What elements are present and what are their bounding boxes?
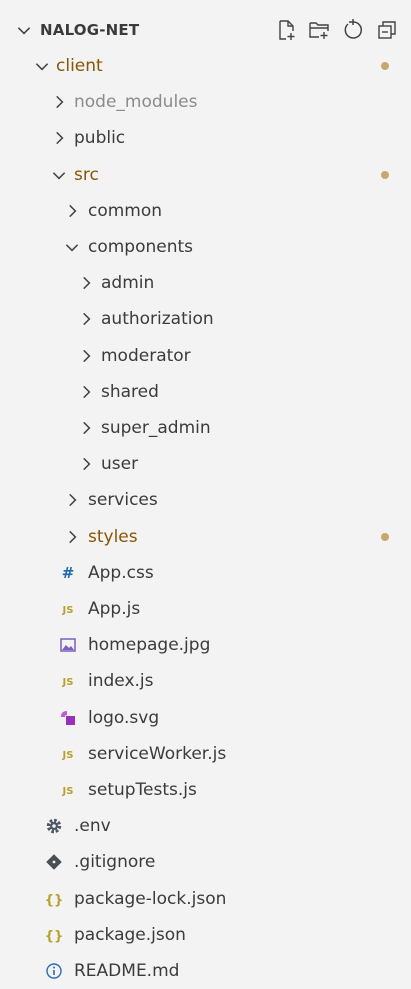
tree-item-label: src <box>74 164 99 185</box>
tree-item-label: super_admin <box>101 418 211 438</box>
tree-item-label: .env <box>74 816 111 837</box>
tree-item-label: shared <box>101 381 159 402</box>
file-item[interactable]: README.md <box>0 953 411 989</box>
tree-item-label: README.md <box>74 961 180 981</box>
chevron-down-icon[interactable] <box>33 57 51 75</box>
tree-item-label: .gitignore <box>74 852 156 873</box>
folder-item[interactable]: node_modules <box>0 84 411 120</box>
chevron-right-icon[interactable] <box>63 528 81 546</box>
folder-item[interactable]: src <box>0 157 411 193</box>
file-item[interactable]: {} package.json <box>0 917 411 953</box>
js-icon: JS <box>58 599 78 619</box>
tree-item-label: package.json <box>74 924 186 945</box>
tree-item-label: authorization <box>101 309 214 330</box>
file-item[interactable]: .env <box>0 808 411 844</box>
chevron-right-icon[interactable] <box>77 274 95 292</box>
chevron-right-icon[interactable] <box>63 491 81 509</box>
folder-item[interactable]: client <box>0 48 411 84</box>
chevron-right-icon[interactable] <box>63 202 81 220</box>
tree-item-label: node_modules <box>74 92 198 113</box>
chevron-right-icon[interactable] <box>77 419 95 437</box>
folder-item[interactable]: moderator <box>0 338 411 374</box>
folder-item[interactable]: public <box>0 120 411 156</box>
file-item[interactable]: homepage.jpg <box>0 627 411 663</box>
folder-item[interactable]: styles <box>0 519 411 555</box>
folder-item[interactable]: shared <box>0 374 411 410</box>
braces-icon: {} <box>44 889 64 909</box>
file-item[interactable]: JS setupTests.js <box>0 772 411 808</box>
file-item[interactable]: .gitignore <box>0 844 411 880</box>
folder-item[interactable]: authorization <box>0 301 411 337</box>
file-item[interactable]: # App.css <box>0 555 411 591</box>
new-folder-icon[interactable] <box>307 18 331 42</box>
image-icon <box>58 635 78 655</box>
tree-item-label: App.js <box>88 599 141 619</box>
chevron-right-icon[interactable] <box>77 347 95 365</box>
modified-indicator <box>381 62 389 70</box>
folder-item[interactable]: services <box>0 482 411 518</box>
tree-item-label: serviceWorker.js <box>88 743 227 764</box>
file-item[interactable]: JS App.js <box>0 591 411 627</box>
js-icon: JS <box>58 671 78 691</box>
tree-item-label: homepage.jpg <box>88 635 211 656</box>
file-item[interactable]: JS index.js <box>0 663 411 699</box>
tree-item-label: user <box>101 454 139 475</box>
refresh-icon[interactable] <box>341 18 365 42</box>
tree-item-label: styles <box>88 526 138 547</box>
git-icon <box>44 852 64 872</box>
chevron-right-icon[interactable] <box>50 93 68 111</box>
svg-text:{}: {} <box>45 893 64 908</box>
tree-item-label: moderator <box>101 345 191 366</box>
tree-item-label: logo.svg <box>88 707 160 728</box>
modified-indicator <box>381 532 389 541</box>
tree-item-label: common <box>88 200 163 221</box>
chevron-right-icon[interactable] <box>50 129 68 147</box>
folder-item[interactable]: admin <box>0 265 411 301</box>
tree-item-label: App.css <box>88 562 154 583</box>
svg-text:#: # <box>62 564 75 582</box>
folder-item[interactable]: super_admin <box>0 410 411 446</box>
new-file-icon[interactable] <box>275 18 299 42</box>
chevron-down-icon[interactable] <box>50 166 68 184</box>
file-explorer: NALOG-NET client node_modules public src… <box>0 0 411 981</box>
collapse-all-icon[interactable] <box>375 18 399 42</box>
tree-item-label: public <box>74 128 126 149</box>
braces-icon: {} <box>44 925 64 945</box>
folder-item[interactable]: user <box>0 446 411 482</box>
chevron-down-icon[interactable] <box>63 238 81 256</box>
svg-text:JS: JS <box>62 605 74 616</box>
folder-item[interactable]: components <box>0 229 411 265</box>
info-icon <box>44 961 64 981</box>
tree-item-label: index.js <box>88 671 154 692</box>
modified-indicator <box>381 170 389 179</box>
chevron-right-icon[interactable] <box>77 455 95 473</box>
js-icon: JS <box>58 744 78 764</box>
hash-icon: # <box>58 563 78 583</box>
js-icon: JS <box>58 780 78 800</box>
svg-text:{}: {} <box>45 929 64 944</box>
chevron-right-icon[interactable] <box>77 310 95 328</box>
tree-item-label: services <box>88 490 158 511</box>
file-item[interactable]: JS serviceWorker.js <box>0 736 411 772</box>
svg-text:JS: JS <box>62 677 74 688</box>
chevron-right-icon[interactable] <box>77 383 95 401</box>
tree-item-label: package-lock.json <box>74 888 227 909</box>
chevron-down-icon[interactable] <box>15 21 33 39</box>
svg-icon <box>58 708 78 728</box>
tree-item-label: client <box>56 56 103 76</box>
folder-item[interactable]: common <box>0 193 411 229</box>
tree-item-label: admin <box>101 273 155 294</box>
file-item[interactable]: {} package-lock.json <box>0 881 411 917</box>
gear-icon <box>44 816 64 836</box>
file-item[interactable]: logo.svg <box>0 700 411 736</box>
tree-item-label: components <box>88 237 194 257</box>
svg-text:JS: JS <box>62 786 74 797</box>
tree-item-label: setupTests.js <box>88 780 197 800</box>
svg-text:JS: JS <box>62 750 74 761</box>
